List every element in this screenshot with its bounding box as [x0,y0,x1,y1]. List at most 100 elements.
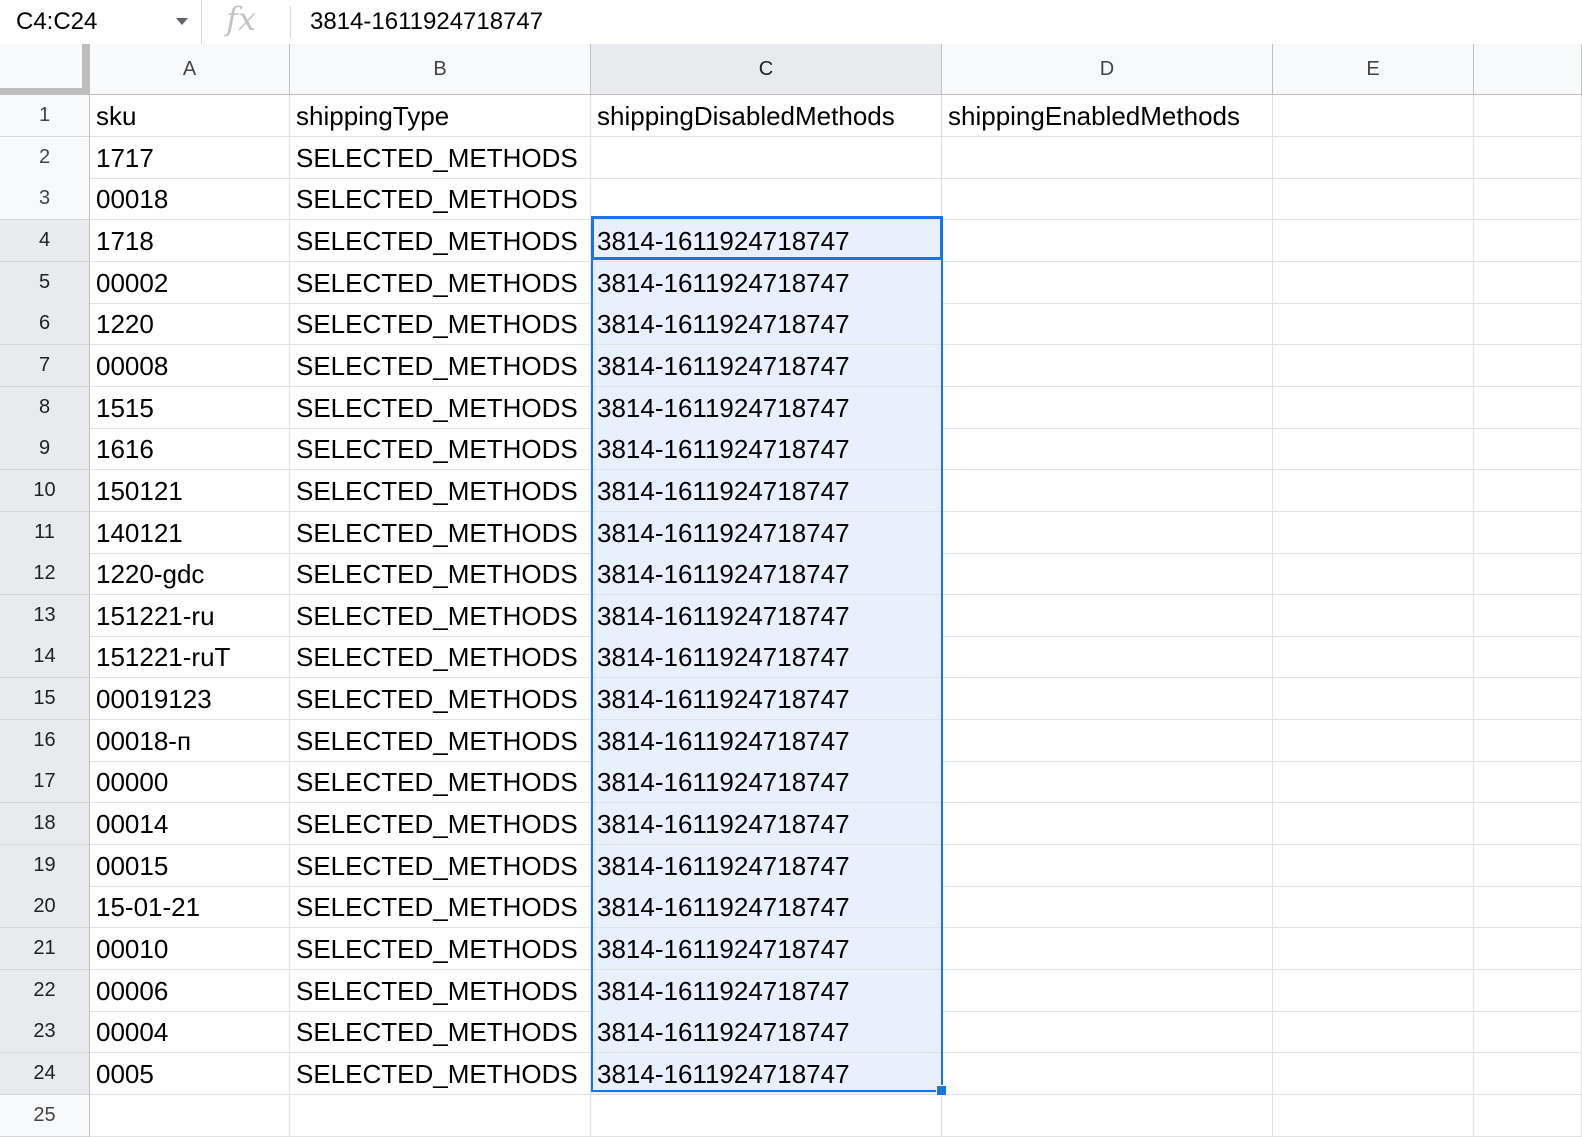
cell[interactable]: 3814-1611924718747 [591,469,942,512]
cell[interactable] [942,1094,1273,1137]
cell[interactable]: 1616 [90,428,290,471]
cell[interactable]: sku [90,95,290,137]
cell[interactable]: 1515 [90,386,290,429]
row-header[interactable]: 6 [0,303,90,346]
cell[interactable] [1273,428,1474,471]
cell[interactable]: 1220-gdc [90,553,290,596]
cell[interactable]: 00018-п [90,719,290,762]
cell[interactable] [1273,886,1474,929]
cell[interactable] [1273,761,1474,804]
cell[interactable]: SELECTED_METHODS [290,553,591,596]
cell[interactable] [942,469,1273,512]
cell[interactable]: 3814-1611924718747 [591,386,942,429]
cell[interactable] [942,928,1273,970]
cell[interactable] [1474,1052,1582,1095]
cell[interactable] [1273,386,1474,429]
cell[interactable] [942,1052,1273,1095]
cell[interactable] [942,219,1273,262]
cell[interactable]: 3814-1611924718747 [591,428,942,471]
cell[interactable] [1273,261,1474,304]
cell[interactable]: 3814-1611924718747 [591,844,942,887]
cell[interactable]: SELECTED_METHODS [290,678,591,721]
cell[interactable]: 00018 [90,178,290,221]
cell[interactable]: 00014 [90,803,290,846]
cell[interactable]: 3814-1611924718747 [591,511,942,554]
cell[interactable]: 00004 [90,1011,290,1054]
cell[interactable]: 1718 [90,219,290,262]
row-header[interactable]: 15 [0,678,90,721]
cell[interactable]: SELECTED_METHODS [290,803,591,846]
cell[interactable] [1474,553,1582,596]
cell[interactable]: SELECTED_METHODS [290,303,591,346]
cell[interactable] [1474,678,1582,721]
row-header[interactable]: 7 [0,344,90,387]
cell[interactable]: 140121 [90,511,290,554]
cell[interactable]: 00019123 [90,678,290,721]
cell[interactable] [591,178,942,221]
cell[interactable] [1273,511,1474,554]
row-header[interactable]: 16 [0,719,90,762]
cell[interactable] [1474,219,1582,262]
cell[interactable]: SELECTED_METHODS [290,636,591,679]
cell[interactable] [942,678,1273,721]
cell[interactable] [942,719,1273,762]
cell[interactable]: SELECTED_METHODS [290,261,591,304]
cell[interactable] [942,1011,1273,1054]
cell[interactable]: 3814-1611924718747 [591,886,942,929]
cell[interactable] [1273,303,1474,346]
row-header[interactable]: 14 [0,636,90,679]
cell[interactable] [1474,803,1582,846]
cell[interactable]: 1220 [90,303,290,346]
cell[interactable]: SELECTED_METHODS [290,219,591,262]
cell[interactable]: SELECTED_METHODS [290,969,591,1012]
cell[interactable]: SELECTED_METHODS [290,844,591,887]
cell[interactable] [591,136,942,179]
cell[interactable] [591,1094,942,1137]
row-header[interactable]: 25 [0,1094,90,1137]
cell[interactable] [1474,928,1582,970]
cell[interactable] [942,636,1273,679]
cell[interactable]: SELECTED_METHODS [290,386,591,429]
cell[interactable] [942,594,1273,637]
frozen-row-handle[interactable] [0,88,90,95]
cell[interactable]: SELECTED_METHODS [290,1052,591,1095]
cell[interactable]: SELECTED_METHODS [290,1011,591,1054]
cell[interactable] [1273,594,1474,637]
cell[interactable] [1474,636,1582,679]
cell[interactable] [1273,1052,1474,1095]
cell[interactable]: 00010 [90,928,290,970]
cell[interactable] [1273,928,1474,970]
formula-input[interactable]: 3814-1611924718747 [310,8,543,36]
cell[interactable] [1273,553,1474,596]
cell[interactable] [290,1094,591,1137]
column-header-b[interactable]: B [290,44,591,95]
row-header[interactable]: 19 [0,844,90,887]
cell[interactable] [1474,969,1582,1012]
cell[interactable]: 3814-1611924718747 [591,261,942,304]
row-header[interactable]: 1 [0,95,90,137]
row-header[interactable]: 11 [0,511,90,554]
row-header[interactable]: 9 [0,428,90,471]
cell[interactable] [1273,803,1474,846]
cell[interactable] [942,136,1273,179]
cell[interactable] [1474,95,1582,137]
cell[interactable] [1474,1094,1582,1137]
cell[interactable] [1273,219,1474,262]
column-header-f[interactable] [1474,44,1582,95]
cell[interactable] [1474,136,1582,179]
chevron-down-icon[interactable] [176,18,188,25]
cell[interactable]: SELECTED_METHODS [290,344,591,387]
cell[interactable] [942,178,1273,221]
cell[interactable] [1273,1011,1474,1054]
cell[interactable]: 3814-1611924718747 [591,344,942,387]
cell[interactable]: 00002 [90,261,290,304]
cell[interactable]: 00015 [90,844,290,887]
cell[interactable] [1474,1011,1582,1054]
cell[interactable] [1474,511,1582,554]
row-header[interactable]: 17 [0,761,90,804]
cell[interactable]: 3814-1611924718747 [591,303,942,346]
cell[interactable]: SELECTED_METHODS [290,469,591,512]
cell[interactable] [1474,886,1582,929]
cell[interactable]: 3814-1611924718747 [591,594,942,637]
cell[interactable] [942,261,1273,304]
